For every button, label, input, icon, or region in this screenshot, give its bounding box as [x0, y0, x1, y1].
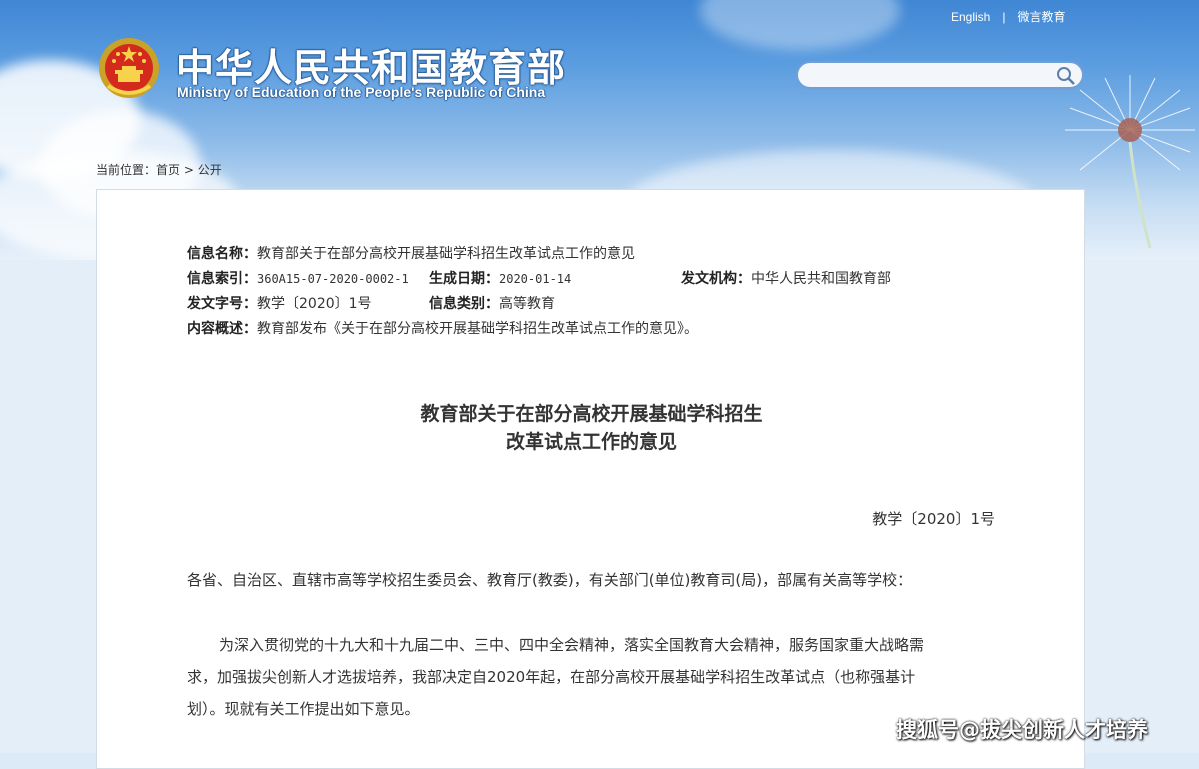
- breadcrumb-separator: >: [183, 163, 194, 177]
- breadcrumb: 当前位置：首页 > 公开: [96, 161, 222, 178]
- meta-docno-label: 发文字号：: [187, 296, 257, 312]
- breadcrumb-prefix: 当前位置：: [96, 163, 157, 177]
- search-input[interactable]: [808, 66, 1052, 86]
- top-links: English | 微言教育: [951, 8, 1066, 25]
- meta-org: 发文机构：中华人民共和国教育部: [681, 268, 891, 288]
- paragraph-line: 求，加强拔尖创新人才选拔培养，我部决定自2020年起，在部分高校开展基础学科招生…: [187, 668, 916, 686]
- meta-category-label: 信息类别：: [429, 296, 499, 312]
- meta-org-label: 发文机构：: [681, 271, 751, 287]
- weixin-link[interactable]: 微言教育: [1017, 10, 1065, 24]
- content-panel: 信息名称：教育部关于在部分高校开展基础学科招生改革试点工作的意见 信息索引：36…: [96, 189, 1085, 769]
- source-watermark: 搜狐号@拔尖创新人才培养: [896, 718, 1148, 742]
- meta-org-value: 中华人民共和国教育部: [751, 271, 891, 287]
- meta-index-label: 信息索引：: [187, 271, 257, 287]
- meta-summary: 内容概述：教育部发布《关于在部分高校开展基础学科招生改革试点工作的意见》。: [187, 318, 698, 338]
- meta-date: 生成日期：2020-01-14: [429, 268, 571, 288]
- meta-summary-value: 教育部发布《关于在部分高校开展基础学科招生改革试点工作的意见》。: [257, 321, 698, 337]
- meta-index-value: 360A15-07-2020-0002-1: [257, 272, 409, 286]
- meta-docno-value: 教学〔2020〕1号: [257, 296, 372, 312]
- document-title-line2: 改革试点工作的意见: [505, 431, 677, 453]
- meta-category: 信息类别：高等教育: [429, 293, 555, 313]
- paragraph-line: 为深入贯彻党的十九大和十九届二中、三中、四中全会精神，落实全国教育大会精神，服务…: [219, 636, 925, 654]
- breadcrumb-home[interactable]: 首页: [156, 163, 180, 177]
- meta-date-label: 生成日期：: [429, 271, 499, 287]
- document-title-line1: 教育部关于在部分高校开展基础学科招生: [420, 403, 763, 425]
- document-number: 教学〔2020〕1号: [872, 510, 995, 528]
- meta-summary-label: 内容概述：: [187, 321, 257, 337]
- paragraph-line: 划）。现就有关工作提出如下意见。: [187, 700, 420, 718]
- document-salutation: 各省、自治区、直辖市高等学校招生委员会、教育厅(教委)，有关部门(单位)教育司(…: [187, 571, 913, 589]
- meta-index: 信息索引：360A15-07-2020-0002-1: [187, 268, 409, 288]
- site-title-english: Ministry of Education of the People's Re…: [177, 84, 546, 100]
- meta-name-value: 教育部关于在部分高校开展基础学科招生改革试点工作的意见: [257, 246, 635, 262]
- national-emblem-icon: [99, 38, 159, 98]
- english-link[interactable]: English: [951, 10, 990, 24]
- breadcrumb-current[interactable]: 公开: [198, 163, 222, 177]
- meta-row-name: 信息名称：教育部关于在部分高校开展基础学科招生改革试点工作的意见: [187, 243, 635, 263]
- meta-name-label: 信息名称：: [187, 246, 257, 262]
- meta-date-value: 2020-01-14: [499, 272, 572, 286]
- meta-category-value: 高等教育: [499, 296, 555, 312]
- meta-docno: 发文字号：教学〔2020〕1号: [187, 293, 372, 313]
- link-separator: |: [1002, 10, 1006, 24]
